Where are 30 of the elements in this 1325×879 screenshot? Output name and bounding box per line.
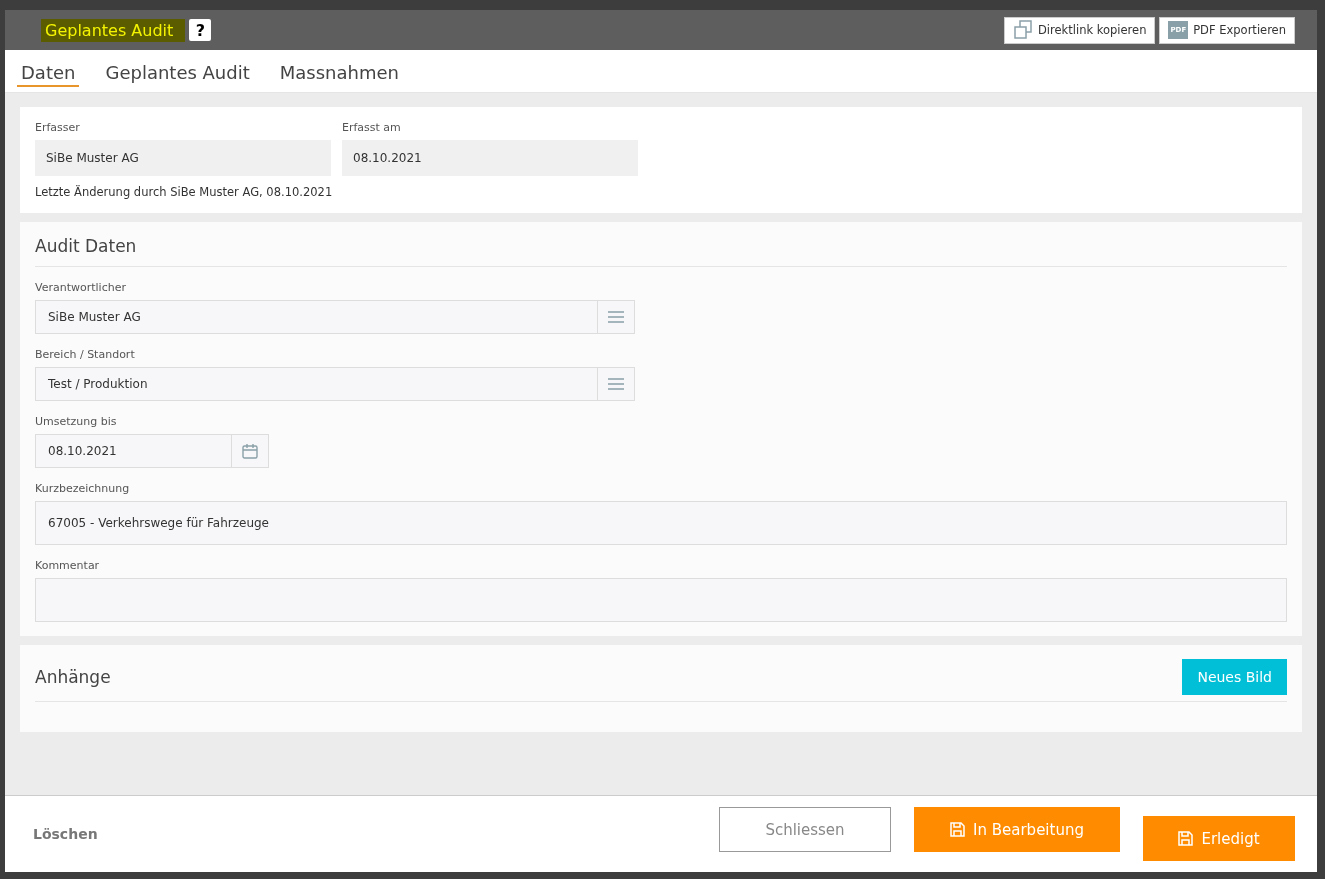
section-title: Audit Daten bbox=[35, 236, 138, 258]
field-label: Verantwortlicher bbox=[35, 281, 127, 294]
readonly-field: 08.10.2021 bbox=[342, 140, 638, 176]
tab[interactable]: Daten bbox=[17, 55, 80, 87]
tab[interactable]: Geplantes Audit bbox=[101, 55, 254, 87]
select-field[interactable]: SiBe Muster AG bbox=[35, 300, 635, 334]
floppy-disk-icon bbox=[1178, 831, 1194, 846]
readonly-field: SiBe Muster AG bbox=[35, 140, 331, 176]
copy-link-button[interactable]: Direktlink kopieren bbox=[1003, 16, 1156, 44]
menu-icon bbox=[608, 310, 624, 324]
field-label: Erfasser bbox=[35, 121, 81, 134]
last-change-text: Letzte Änderung durch SiBe Muster AG, 08.10.2021 bbox=[35, 185, 334, 199]
calendar-icon bbox=[242, 443, 258, 459]
delete-button[interactable]: Löschen bbox=[27, 825, 104, 843]
menu-icon bbox=[608, 377, 624, 391]
date-field[interactable]: 08.10.2021 bbox=[35, 434, 269, 468]
field-label: Umsetzung bis bbox=[35, 415, 118, 428]
select-field[interactable]: Test / Produktion bbox=[35, 367, 635, 401]
input-field[interactable]: 67005 - Verkehrswege für Fahrzeuge bbox=[35, 501, 1287, 545]
close-button[interactable]: Schliessen bbox=[719, 807, 891, 852]
comment-field[interactable] bbox=[35, 578, 1287, 622]
field-label: Kommentar bbox=[35, 559, 101, 572]
tab[interactable]: Massnahmen bbox=[275, 55, 403, 87]
field-label: Kurzbezeichnung bbox=[35, 482, 131, 495]
section-title: Anhänge bbox=[35, 667, 111, 687]
help-button[interactable]: ? bbox=[189, 19, 212, 41]
field-label: Erfasst am bbox=[342, 121, 402, 134]
window-title: Geplantes Audit bbox=[41, 18, 186, 42]
field-label: Bereich / Standort bbox=[35, 348, 136, 361]
copy-icon bbox=[1012, 20, 1033, 40]
